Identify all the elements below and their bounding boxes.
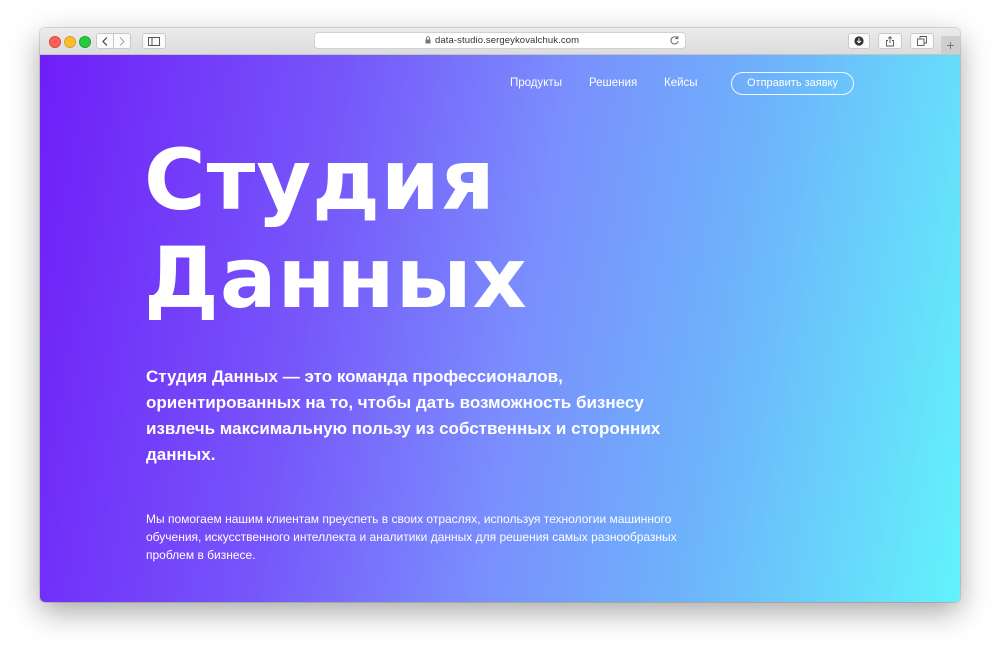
- nav-link-products[interactable]: Продукты: [510, 77, 562, 89]
- share-icon: [886, 35, 894, 46]
- hero-description: Мы помогаем нашим клиентам преуспеть в с…: [146, 512, 677, 562]
- browser-window: data-studio.sergeykovalchuk.com + Продук…: [40, 28, 960, 602]
- tabs-icon: [917, 36, 927, 46]
- hero-lead-text: Студия Данных — это команда профессионал…: [146, 367, 661, 464]
- reload-icon[interactable]: [669, 35, 680, 46]
- landing-page: Продукты Решения Кейсы Отправить заявку …: [40, 55, 960, 602]
- share-button[interactable]: [878, 33, 902, 49]
- zoom-window-button[interactable]: [79, 36, 91, 48]
- forward-button[interactable]: [113, 33, 131, 49]
- hero-title-line-2: Данных: [144, 229, 528, 327]
- downloads-button[interactable]: [848, 33, 870, 49]
- address-url: data-studio.sergeykovalchuk.com: [435, 35, 580, 46]
- back-button[interactable]: [96, 33, 114, 49]
- new-tab-button[interactable]: +: [941, 36, 960, 54]
- show-tabs-button[interactable]: [910, 33, 934, 49]
- browser-toolbar: data-studio.sergeykovalchuk.com +: [40, 28, 960, 55]
- lock-icon: [425, 36, 431, 44]
- chevron-left-icon: [102, 36, 108, 46]
- sidebar-toggle-button[interactable]: [142, 33, 166, 49]
- minimize-window-button[interactable]: [64, 36, 76, 48]
- hero-title: Студия Данных: [144, 131, 528, 327]
- plus-icon: +: [946, 37, 955, 53]
- chevron-right-icon: [119, 36, 125, 46]
- submit-request-button[interactable]: Отправить заявку: [731, 72, 854, 95]
- close-window-button[interactable]: [49, 36, 61, 48]
- nav-link-cases[interactable]: Кейсы: [664, 77, 698, 89]
- hero-title-line-1: Студия: [144, 131, 496, 229]
- nav-link-solutions[interactable]: Решения: [589, 77, 637, 89]
- sidebar-icon: [148, 36, 160, 46]
- download-icon: [854, 36, 864, 46]
- address-bar[interactable]: data-studio.sergeykovalchuk.com: [314, 32, 686, 49]
